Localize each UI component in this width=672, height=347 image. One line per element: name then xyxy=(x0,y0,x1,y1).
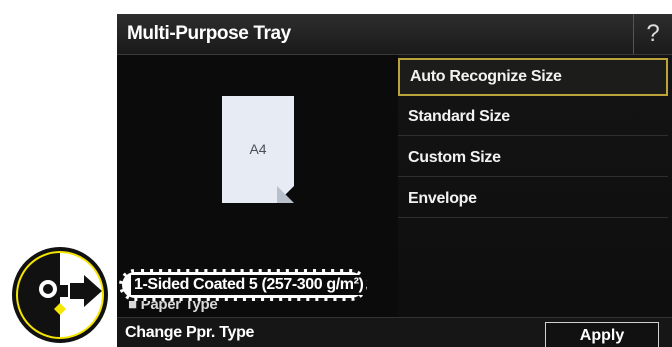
paper-type-value-highlight[interactable]: 1-Sided Coated 5 (257-300 g/m²) xyxy=(119,269,367,301)
option-standard-size[interactable]: Standard Size xyxy=(398,98,668,136)
paper-corner-shade xyxy=(277,186,294,203)
change-paper-type-button[interactable]: Change Ppr. Type xyxy=(125,324,254,342)
preview-pane: A4 ■ Paper Type xyxy=(117,55,396,347)
title-bar: Multi-Purpose Tray ? xyxy=(117,14,672,55)
option-auto-recognize-size[interactable]: Auto Recognize Size xyxy=(398,58,668,96)
apply-button[interactable]: Apply xyxy=(545,322,659,347)
eye-arrow-icon xyxy=(12,247,108,343)
paper-type-value: 1-Sided Coated 5 (257-300 g/m²) xyxy=(131,275,367,295)
help-button[interactable]: ? xyxy=(633,14,672,54)
paper-size-label: A4 xyxy=(249,141,267,157)
bottom-bar: Change Ppr. Type Apply xyxy=(117,317,672,347)
window-title: Multi-Purpose Tray xyxy=(127,23,291,44)
option-envelope[interactable]: Envelope xyxy=(398,180,668,218)
option-custom-size[interactable]: Custom Size xyxy=(398,139,668,177)
